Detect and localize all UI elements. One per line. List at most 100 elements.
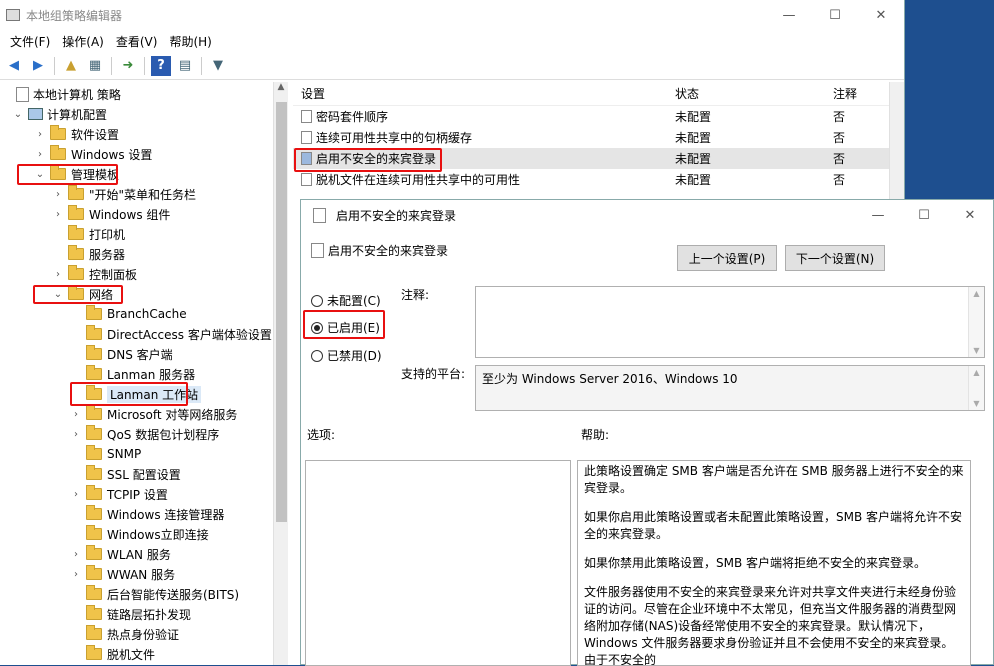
tree-item-label: WLAN 服务 — [107, 547, 171, 562]
tree-item[interactable]: › 软件设置 — [34, 124, 119, 144]
tree-item[interactable]: 服务器 — [52, 244, 125, 264]
tree-item[interactable]: › Microsoft 对等网络服务 — [70, 404, 237, 424]
folder-icon — [86, 525, 102, 540]
tree-item-label: Lanman 工作站 — [107, 385, 202, 403]
tree-item[interactable]: › TCPIP 设置 — [70, 484, 168, 504]
title-bar[interactable]: 本地组策略编辑器 — ☐ ✕ — [0, 0, 904, 30]
dialog-heading-text: 启用不安全的来宾登录 — [328, 244, 449, 258]
collapsed-chevron-icon[interactable]: › — [34, 129, 46, 140]
help-icon[interactable]: ? — [151, 55, 171, 76]
tree-item[interactable]: › 控制面板 — [52, 264, 137, 284]
comment-label: 注释: — [401, 288, 430, 302]
tree-item[interactable]: 后台智能传送服务(BITS) — [70, 584, 239, 604]
dialog-maximize-button[interactable]: ☐ — [901, 200, 947, 230]
tree-item[interactable]: SNMP — [70, 444, 141, 464]
tree-item-label: Lanman 服务器 — [107, 367, 196, 382]
col-setting[interactable]: 设置 — [293, 85, 675, 102]
tree-item[interactable]: Lanman 服务器 — [70, 364, 195, 384]
tree-item[interactable]: BranchCache — [70, 304, 187, 324]
list-scrollbar[interactable] — [889, 82, 904, 200]
tree-item-label: 控制面板 — [89, 267, 138, 282]
tree-item[interactable]: › Windows 设置 — [34, 144, 152, 164]
comment-textbox[interactable]: ▲ ▼ — [475, 286, 985, 358]
collapsed-chevron-icon[interactable]: › — [52, 269, 64, 280]
tree-scrollbar[interactable]: ▲ — [273, 82, 288, 665]
policy-dialog: 启用不安全的来宾登录 — ☐ ✕ 启用不安全的来宾登录 上一个设置(P) 下一个… — [300, 199, 994, 666]
scroll-thumb[interactable] — [276, 102, 287, 522]
collapsed-chevron-icon[interactable]: › — [70, 429, 82, 440]
tree-item[interactable]: › "开始"菜单和任务栏 — [52, 184, 196, 204]
properties-icon[interactable]: ▤ — [175, 56, 195, 76]
tree-item[interactable]: ⌄ 管理模板 — [34, 164, 119, 184]
dialog-heading: 启用不安全的来宾登录 — [307, 242, 448, 259]
forward-arrow-icon[interactable]: ▶ — [28, 56, 48, 76]
tree-item[interactable]: ⌄ 网络 — [52, 284, 113, 304]
dialog-close-button[interactable]: ✕ — [947, 200, 993, 230]
tree-item[interactable]: › WWAN 服务 — [70, 564, 175, 584]
expanded-chevron-icon[interactable]: ⌄ — [12, 109, 24, 120]
tree-item[interactable]: 打印机 — [52, 224, 125, 244]
setting-row[interactable]: 脱机文件在连续可用性共享中的可用性 未配置 否 — [293, 169, 904, 190]
radio-disabled[interactable]: 已禁用(D) — [311, 347, 382, 364]
tree-item-label: 服务器 — [89, 247, 126, 262]
next-setting-button[interactable]: 下一个设置(N) — [785, 245, 885, 271]
tree-item[interactable]: › Windows 组件 — [52, 204, 170, 224]
up-folder-icon[interactable]: ▲ — [61, 56, 81, 76]
close-button[interactable]: ✕ — [858, 0, 904, 30]
collapsed-chevron-icon[interactable]: › — [70, 409, 82, 420]
collapsed-chevron-icon[interactable]: › — [34, 149, 46, 160]
collapsed-chevron-icon[interactable]: › — [52, 209, 64, 220]
radio-not-configured[interactable]: 未配置(C) — [311, 292, 381, 309]
tree-item[interactable]: 脱机文件 — [70, 644, 155, 664]
tree-pane: 本地计算机 策略 ⌄ 计算机配置 › 软件设置 › Windows 设置 ⌄ 管理模板 › "开始"… — [0, 82, 290, 665]
tree-item[interactable]: DirectAccess 客户端体验设置 — [70, 324, 272, 344]
export-list-icon[interactable]: ➜ — [118, 56, 138, 76]
tree-item[interactable]: 本地计算机 策略 — [0, 84, 121, 104]
collapsed-chevron-icon[interactable]: › — [70, 489, 82, 500]
collapsed-chevron-icon[interactable]: › — [70, 549, 82, 560]
tree-item[interactable]: 热点身份验证 — [70, 624, 179, 644]
settings-list: 设置 状态 注释 密码套件顺序 未配置否连续可用性共享中的句柄缓存 未配置否启用不安… — [293, 82, 904, 200]
menu-help[interactable]: 帮助(H) — [163, 33, 217, 50]
folder-icon — [50, 165, 66, 180]
tree-item[interactable]: Windows立即连接 — [70, 524, 209, 544]
setting-row[interactable]: 连续可用性共享中的句柄缓存 未配置 否 — [293, 127, 904, 148]
minimize-button[interactable]: — — [766, 0, 812, 30]
tree-item[interactable]: ⌄ 计算机配置 — [12, 104, 107, 124]
setting-row[interactable]: 启用不安全的来宾登录 未配置 否 — [293, 148, 904, 169]
maximize-button[interactable]: ☐ — [812, 0, 858, 30]
collapsed-chevron-icon[interactable]: › — [70, 569, 82, 580]
scroll-up-icon[interactable]: ▲ — [274, 82, 288, 98]
tree-item-label: DirectAccess 客户端体验设置 — [107, 327, 272, 342]
menu-view[interactable]: 查看(V) — [110, 33, 164, 50]
dialog-minimize-button[interactable]: — — [855, 200, 901, 230]
folder-icon — [86, 425, 102, 440]
expanded-chevron-icon[interactable]: ⌄ — [52, 289, 64, 300]
platform-textbox: 至少为 Windows Server 2016、Windows 10 ▲ ▼ — [475, 365, 985, 411]
setting-row[interactable]: 密码套件顺序 未配置 否 — [293, 106, 904, 127]
expanded-chevron-icon[interactable]: ⌄ — [34, 169, 46, 180]
col-state[interactable]: 状态 — [675, 85, 833, 102]
tree-item[interactable]: Lanman 工作站 — [70, 384, 202, 404]
prev-setting-button[interactable]: 上一个设置(P) — [677, 245, 777, 271]
menu-action[interactable]: 操作(A) — [56, 33, 110, 50]
show-hide-tree-icon[interactable]: ▦ — [85, 56, 105, 76]
dialog-title-bar[interactable]: 启用不安全的来宾登录 — ☐ ✕ — [301, 200, 993, 230]
menu-file[interactable]: 文件(F) — [4, 33, 56, 50]
tree-item[interactable]: 链路层拓扑发现 — [70, 604, 191, 624]
col-comment[interactable]: 注释 — [833, 85, 873, 102]
app-icon — [6, 9, 20, 21]
tree-item[interactable]: SSL 配置设置 — [70, 464, 181, 484]
collapsed-chevron-icon[interactable]: › — [52, 189, 64, 200]
tree-item-label: QoS 数据包计划程序 — [107, 427, 220, 442]
filter-icon[interactable]: ▼ — [208, 56, 228, 76]
tree-item[interactable]: › WLAN 服务 — [70, 544, 171, 564]
tree-item-label: 热点身份验证 — [107, 627, 180, 642]
folder-icon — [86, 605, 102, 620]
tree-item-label: 链路层拓扑发现 — [107, 607, 192, 622]
tree-item[interactable]: Windows 连接管理器 — [70, 504, 224, 524]
tree-item[interactable]: DNS 客户端 — [70, 344, 173, 364]
tree-item[interactable]: › QoS 数据包计划程序 — [70, 424, 219, 444]
radio-enabled[interactable]: 已启用(E) — [311, 319, 380, 336]
back-arrow-icon[interactable]: ◀ — [4, 56, 24, 76]
